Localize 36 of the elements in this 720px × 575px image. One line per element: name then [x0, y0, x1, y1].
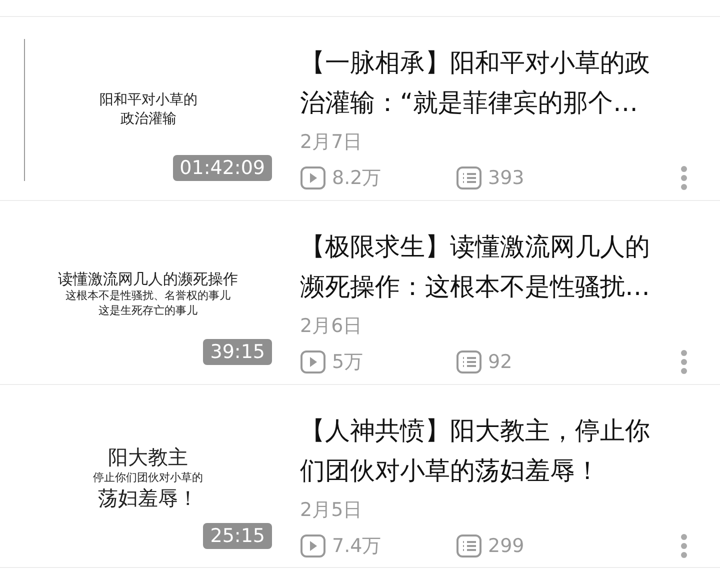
upload-date: 2月7日: [300, 130, 364, 155]
video-title[interactable]: 【一脉相承】阳和平对小草的政: [300, 43, 720, 83]
video-title[interactable]: 【人神共愤】阳大教主，停止你: [300, 411, 720, 451]
comment-icon: [456, 350, 482, 374]
upload-date: 2月5日: [300, 498, 364, 523]
cover-text: 读懂激流网几人的濒死操作: [58, 269, 238, 290]
play-count: 5万: [332, 350, 364, 375]
comment-count: 393: [488, 167, 524, 189]
cover-text: 这是生死存亡的事儿: [98, 304, 198, 319]
upload-date: 2月6日: [300, 314, 364, 339]
cover-text: 停止你们团伙对小草的: [93, 470, 203, 486]
play-count: 7.4万: [332, 534, 382, 559]
duration-badge: 25:15: [203, 523, 272, 549]
video-title[interactable]: 濒死操作：这根本不是性骚扰…: [300, 267, 720, 307]
duration-badge: 01:42:09: [172, 155, 272, 181]
video-thumbnail[interactable]: 阳和平对小草的 政治灌输 01:42:09: [24, 39, 272, 181]
more-icon[interactable]: [680, 349, 688, 375]
video-title[interactable]: 们团伙对小草的荡妇羞辱！: [300, 451, 720, 491]
video-title[interactable]: 治灌输：“就是菲律宾的那个…: [300, 83, 720, 123]
comment-count: 299: [488, 535, 524, 557]
cover-text: 这根本不是性骚扰、名誉权的事儿: [66, 289, 230, 304]
cover-text: 政治灌输: [120, 110, 176, 129]
video-title[interactable]: 【极限求生】读懂激流网几人的: [300, 227, 720, 267]
comment-count: 92: [488, 351, 512, 373]
more-icon[interactable]: [680, 165, 688, 191]
comment-icon: [456, 166, 482, 190]
cover-text: 阳大教主: [108, 444, 188, 471]
more-icon[interactable]: [680, 533, 688, 559]
duration-badge: 39:15: [203, 339, 272, 365]
play-icon: [300, 534, 326, 558]
play-icon: [300, 350, 326, 374]
play-count: 8.2万: [332, 166, 382, 191]
cover-text: 阳和平对小草的: [100, 91, 198, 110]
play-icon: [300, 166, 326, 190]
cover-text: 荡妇羞辱！: [98, 485, 198, 512]
comment-icon: [456, 534, 482, 558]
